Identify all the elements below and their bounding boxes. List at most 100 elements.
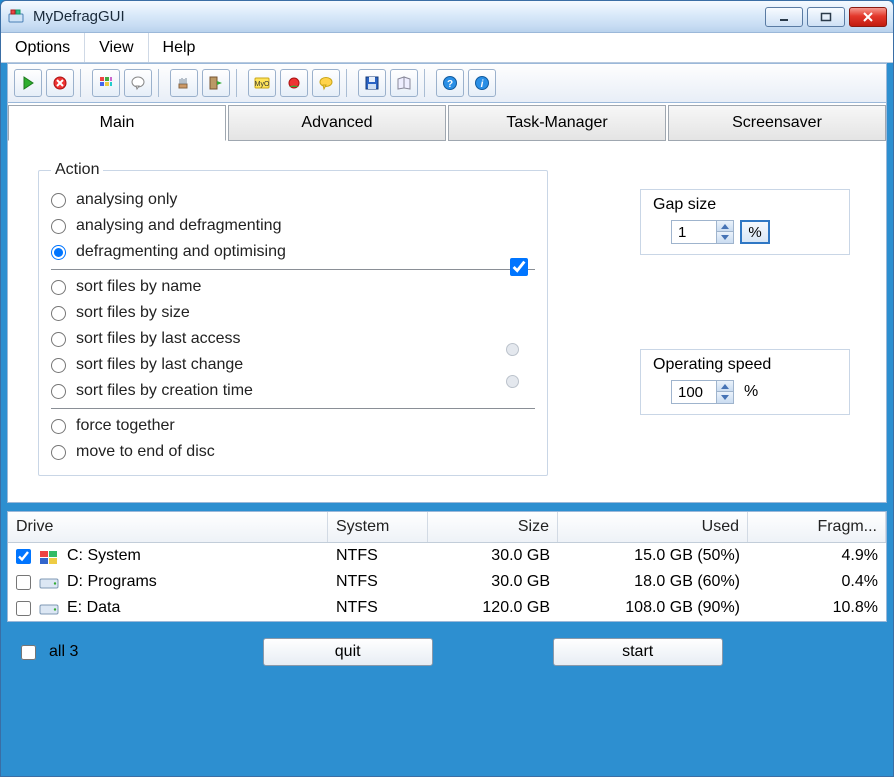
speed-unit: % xyxy=(744,383,758,401)
brush-icon[interactable] xyxy=(170,69,198,97)
speed-label: Operating speed xyxy=(653,356,837,374)
drive-checkbox[interactable] xyxy=(16,575,31,590)
drives-table: Drive System Size Used Fragm... C: Syste… xyxy=(7,511,887,622)
radio-force[interactable] xyxy=(51,419,66,434)
radio-move-end[interactable] xyxy=(51,445,66,460)
tab-bar: Main Advanced Task-Manager Screensaver xyxy=(7,103,887,141)
chat-icon[interactable] xyxy=(312,69,340,97)
drive-checkbox[interactable] xyxy=(16,601,31,616)
myo-icon[interactable]: MyO xyxy=(248,69,276,97)
col-system[interactable]: System xyxy=(328,512,428,542)
drive-fs: NTFS xyxy=(328,595,428,621)
drive-size: 30.0 GB xyxy=(428,569,558,595)
title-bar: MyDefragGUI xyxy=(1,1,893,33)
radio-sort-access[interactable] xyxy=(51,332,66,347)
footer: all 3 quit start xyxy=(7,632,887,670)
save-icon[interactable] xyxy=(358,69,386,97)
menu-view[interactable]: View xyxy=(85,33,148,62)
action-group: Action analysing only analysing and defr… xyxy=(38,161,548,476)
balloon-icon[interactable] xyxy=(124,69,152,97)
drive-name-text: C: System xyxy=(67,547,141,565)
radio-sort-size[interactable] xyxy=(51,306,66,321)
radio-analyse-only[interactable] xyxy=(51,193,66,208)
col-fragm[interactable]: Fragm... xyxy=(748,512,886,542)
gap-unit-button[interactable]: % xyxy=(740,220,770,244)
maximize-button[interactable] xyxy=(807,7,845,27)
grid-icon[interactable] xyxy=(92,69,120,97)
tab-advanced[interactable]: Advanced xyxy=(228,105,446,141)
client-area: MyO ? i Main Advanced Task-Manager Scree… xyxy=(1,63,893,776)
tab-main[interactable]: Main xyxy=(8,105,226,141)
window-title: MyDefragGUI xyxy=(33,8,125,25)
gap-up-icon[interactable] xyxy=(717,221,733,232)
svg-text:i: i xyxy=(481,79,484,90)
speed-down-icon[interactable] xyxy=(717,392,733,403)
radio-defrag-optim[interactable] xyxy=(51,245,66,260)
drive-used: 15.0 GB (50%) xyxy=(558,543,748,569)
tab-task-manager[interactable]: Task-Manager xyxy=(448,105,666,141)
radio-sort-change[interactable] xyxy=(51,358,66,373)
help-icon[interactable]: ? xyxy=(436,69,464,97)
gap-down-icon[interactable] xyxy=(717,232,733,243)
play-icon[interactable] xyxy=(14,69,42,97)
col-drive[interactable]: Drive xyxy=(8,512,328,542)
label-defrag-optim: defragmenting and optimising xyxy=(76,243,286,261)
close-button[interactable] xyxy=(849,7,887,27)
menu-options[interactable]: Options xyxy=(1,33,85,62)
drive-checkbox[interactable] xyxy=(16,549,31,564)
book-icon[interactable] xyxy=(390,69,418,97)
gap-size-box: Gap size % xyxy=(640,189,850,255)
gap-size-label: Gap size xyxy=(653,196,837,214)
label-sort-name: sort files by name xyxy=(76,278,201,296)
gap-size-input[interactable] xyxy=(672,221,716,243)
label-analyse-defrag: analysing and defragmenting xyxy=(76,217,281,235)
sort-extra-radio-2[interactable] xyxy=(506,375,519,388)
drive-size: 120.0 GB xyxy=(428,595,558,621)
all-label: all 3 xyxy=(49,643,78,661)
drive-fragm: 4.9% xyxy=(748,543,886,569)
label-analyse-only: analysing only xyxy=(76,191,177,209)
toolbar: MyO ? i xyxy=(7,63,887,103)
action-legend: Action xyxy=(51,161,103,179)
radio-sort-name[interactable] xyxy=(51,280,66,295)
app-window: MyDefragGUI Options View Help MyO xyxy=(0,0,894,777)
sort-extra-radio-1[interactable] xyxy=(506,343,519,356)
table-row[interactable]: E: DataNTFS120.0 GB108.0 GB (90%)10.8% xyxy=(8,595,886,621)
redball-icon[interactable] xyxy=(280,69,308,97)
radio-sort-creation[interactable] xyxy=(51,384,66,399)
main-panel: Action analysing only analysing and defr… xyxy=(7,141,887,503)
table-row[interactable]: D: ProgramsNTFS30.0 GB18.0 GB (60%)0.4% xyxy=(8,569,886,595)
table-row[interactable]: C: SystemNTFS30.0 GB15.0 GB (50%)4.9% xyxy=(8,543,886,569)
exit-icon[interactable] xyxy=(202,69,230,97)
minimize-button[interactable] xyxy=(765,7,803,27)
drive-used: 108.0 GB (90%) xyxy=(558,595,748,621)
col-used[interactable]: Used xyxy=(558,512,748,542)
col-size[interactable]: Size xyxy=(428,512,558,542)
tab-screensaver[interactable]: Screensaver xyxy=(668,105,886,141)
speed-box: Operating speed % xyxy=(640,349,850,415)
label-sort-access: sort files by last access xyxy=(76,330,241,348)
hdd-icon xyxy=(39,601,59,615)
speed-spinner[interactable] xyxy=(671,380,734,404)
info-icon[interactable]: i xyxy=(468,69,496,97)
speed-up-icon[interactable] xyxy=(717,381,733,392)
svg-text:MyO: MyO xyxy=(255,81,270,88)
menu-help[interactable]: Help xyxy=(149,33,210,62)
drive-name-text: E: Data xyxy=(67,599,120,617)
hdd-icon xyxy=(39,575,59,589)
start-button[interactable]: start xyxy=(553,638,723,666)
drive-fs: NTFS xyxy=(328,569,428,595)
quit-button[interactable]: quit xyxy=(263,638,433,666)
label-sort-size: sort files by size xyxy=(76,304,190,322)
gap-size-spinner[interactable] xyxy=(671,220,734,244)
label-force: force together xyxy=(76,417,175,435)
radio-analyse-defrag[interactable] xyxy=(51,219,66,234)
drive-fragm: 0.4% xyxy=(748,569,886,595)
drive-size: 30.0 GB xyxy=(428,543,558,569)
speed-input[interactable] xyxy=(672,381,716,403)
app-icon xyxy=(7,8,25,26)
defrag-optim-checkbox[interactable] xyxy=(510,258,528,276)
drives-header: Drive System Size Used Fragm... xyxy=(8,512,886,543)
all-checkbox[interactable] xyxy=(21,645,36,660)
stop-icon[interactable] xyxy=(46,69,74,97)
